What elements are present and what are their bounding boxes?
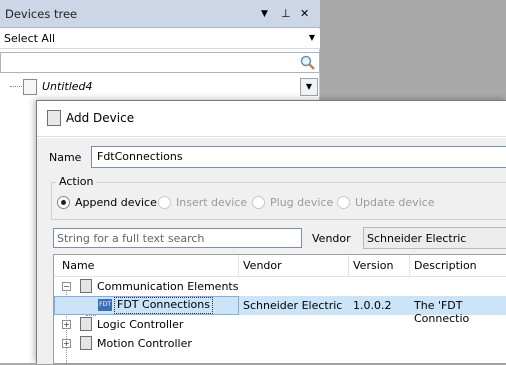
select-all-dropdown[interactable]: Select All ▼ [0, 29, 320, 49]
list-item-vendor: Schneider Electric [243, 299, 343, 312]
name-label: Name [49, 151, 82, 164]
tree-search-input[interactable] [0, 52, 320, 73]
insert-device-label[interactable]: Insert device [176, 196, 247, 209]
full-text-search-input[interactable]: String for a full text search [53, 228, 302, 248]
tree-item-project[interactable]: Untitled4 ▼ [0, 77, 320, 97]
folder-icon [80, 336, 92, 350]
column-header-vendor[interactable]: Vendor [243, 259, 282, 272]
plug-device-radio[interactable] [252, 196, 265, 209]
dialog-title-bar: Add Device [37, 101, 506, 137]
list-item-name: Motion Controller [97, 337, 192, 350]
list-item[interactable]: − Communication Elements [54, 277, 506, 296]
name-field[interactable]: FdtConnections [91, 146, 506, 168]
tree-item-dropdown-icon[interactable]: ▼ [300, 78, 318, 96]
list-item-name: Logic Controller [97, 318, 184, 331]
device-icon [47, 110, 61, 126]
plug-device-label[interactable]: Plug device [270, 196, 333, 209]
folder-icon [80, 317, 92, 331]
column-header-description[interactable]: Description [414, 259, 477, 272]
insert-device-radio[interactable] [158, 196, 171, 209]
list-item-version: 1.0.0.2 [353, 299, 392, 312]
select-all-value: Select All [4, 32, 56, 45]
close-icon[interactable]: ✕ [300, 7, 309, 20]
expand-icon[interactable]: + [62, 339, 71, 348]
search-icon[interactable] [299, 54, 317, 71]
panel-title: Devices tree [5, 7, 78, 21]
column-header-version[interactable]: Version [353, 259, 393, 272]
append-device-label[interactable]: Append device [75, 196, 157, 209]
device-list-header: Name Vendor Version Description [54, 255, 506, 277]
list-item[interactable]: + Logic Controller [54, 315, 506, 334]
pin-icon[interactable]: ⊥ [281, 7, 291, 20]
expand-icon[interactable]: + [62, 320, 71, 329]
fdt-connection-icon: FDT [98, 299, 112, 311]
project-document-icon [23, 79, 37, 95]
update-device-radio[interactable] [337, 196, 350, 209]
list-item-selected[interactable]: FDT FDT Connections Schneider Electric 1… [54, 296, 506, 325]
list-item-name: Communication Elements [97, 280, 239, 293]
list-item[interactable]: + Motion Controller [54, 334, 506, 353]
dialog-title: Add Device [66, 111, 135, 125]
list-item-name: FDT Connections [114, 297, 213, 314]
dialog-body: Name FdtConnections Action Append device… [37, 138, 506, 365]
device-list: Name Vendor Version Description − Commun… [53, 254, 506, 365]
column-header-name[interactable]: Name [62, 259, 94, 272]
collapse-icon[interactable]: − [62, 282, 71, 291]
action-label: Action [56, 175, 97, 188]
tree-connector [10, 86, 24, 87]
append-device-radio[interactable] [57, 196, 70, 209]
chevron-down-icon: ▼ [308, 33, 315, 42]
tree-item-label: Untitled4 [42, 80, 93, 93]
update-device-label[interactable]: Update device [355, 196, 434, 209]
add-device-dialog: Add Device Name FdtConnections Action Ap… [36, 100, 506, 365]
vendor-label: Vendor [312, 232, 351, 245]
folder-icon [80, 279, 92, 293]
panel-title-bar: Devices tree ▼ ⊥ ✕ [0, 0, 320, 28]
panel-menu-chevron-icon[interactable]: ▼ [261, 9, 268, 19]
vendor-select[interactable]: Schneider Electric [363, 227, 506, 249]
